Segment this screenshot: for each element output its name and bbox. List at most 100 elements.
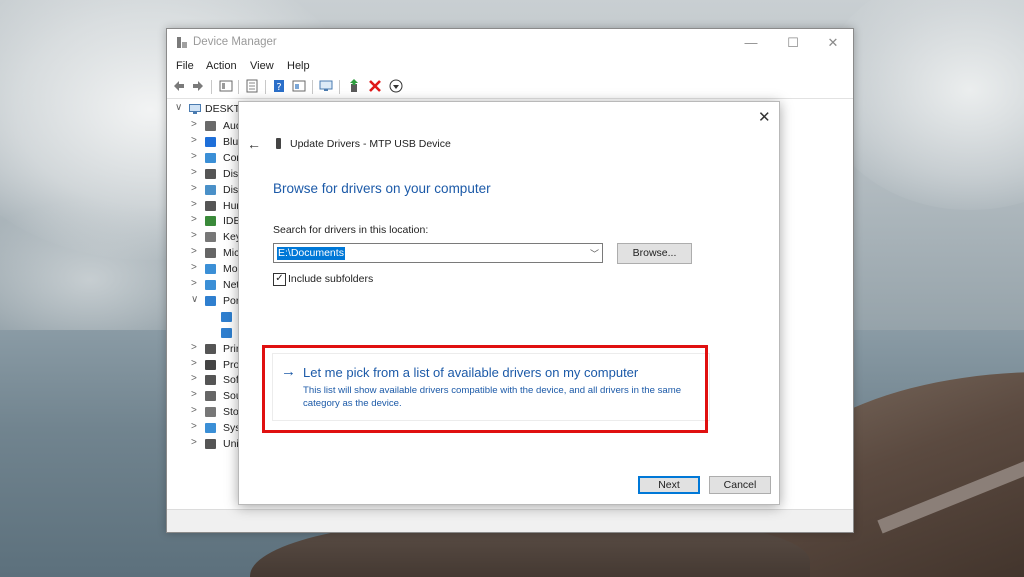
- tree-item[interactable]: ∨ Por: [167, 294, 239, 309]
- details-icon[interactable]: [292, 79, 306, 93]
- tree-item-label: Sto: [223, 406, 239, 419]
- toolbar-separator: [265, 80, 266, 94]
- menu-help[interactable]: Help: [287, 60, 310, 72]
- device-icon: [205, 407, 216, 418]
- chevron-right-icon[interactable]: >: [191, 389, 197, 400]
- chevron-right-icon[interactable]: >: [191, 262, 197, 273]
- tree-item[interactable]: [167, 326, 239, 341]
- tree-item[interactable]: > Blu: [167, 135, 239, 150]
- chevron-right-icon[interactable]: >: [191, 342, 197, 353]
- toolbar-separator: [312, 80, 313, 94]
- tree-root[interactable]: ∨ DESKTO: [167, 102, 248, 117]
- chevron-right-icon[interactable]: >: [191, 373, 197, 384]
- dialog-header: Update Drivers - MTP USB Device: [290, 138, 451, 150]
- device-icon: [205, 439, 216, 449]
- tree-item[interactable]: > Sto: [167, 405, 239, 420]
- tree-item[interactable]: > IDE: [167, 214, 241, 229]
- chevron-down-icon[interactable]: ﹀: [590, 247, 599, 260]
- tree-item-label: Prir: [223, 342, 240, 355]
- device-icon: [205, 184, 216, 195]
- update-drivers-dialog: ✕ ← Update Drivers - MTP USB Device Brow…: [238, 101, 780, 505]
- menu-action[interactable]: Action: [206, 60, 237, 72]
- chevron-right-icon[interactable]: >: [191, 199, 197, 210]
- chevron-right-icon[interactable]: >: [191, 230, 197, 241]
- cancel-button[interactable]: Cancel: [709, 476, 771, 494]
- dialog-heading: Browse for drivers on your computer: [273, 181, 491, 196]
- device-icon: [205, 391, 216, 402]
- tree-item-label: Por: [223, 294, 240, 307]
- close-icon[interactable]: ✕: [758, 108, 771, 126]
- toolbar-separator: [339, 80, 340, 94]
- chevron-right-icon[interactable]: >: [191, 278, 197, 289]
- window-title: Device Manager: [193, 36, 277, 48]
- title-bar[interactable]: Device Manager — ☐ ✕: [167, 29, 853, 57]
- tree-item-label: Mic: [223, 247, 240, 260]
- device-icon: [205, 359, 216, 370]
- tree-item[interactable]: > Hur: [167, 199, 240, 214]
- chevron-right-icon[interactable]: >: [191, 214, 197, 225]
- download-icon[interactable]: [389, 79, 403, 93]
- tree-item[interactable]: > Aud: [167, 119, 242, 134]
- device-icon: [221, 311, 232, 322]
- close-button[interactable]: ✕: [816, 33, 850, 53]
- tree-item-label: Pro: [223, 358, 240, 371]
- tree-item[interactable]: > Mo: [167, 262, 239, 277]
- search-location-input[interactable]: E:\Documents ﹀: [273, 243, 603, 263]
- tree-item-label: Uni: [223, 438, 239, 450]
- chevron-right-icon[interactable]: >: [191, 119, 197, 130]
- maximize-button[interactable]: ☐: [776, 33, 810, 53]
- tree-item[interactable]: > Disp: [167, 183, 244, 198]
- device-icon: [205, 248, 216, 259]
- device-manager-icon: [177, 37, 187, 48]
- browse-button[interactable]: Browse...: [617, 243, 692, 264]
- device-icon: [205, 343, 216, 354]
- tree-item[interactable]: > Uni: [167, 437, 239, 452]
- chevron-right-icon[interactable]: >: [191, 405, 197, 416]
- chevron-right-icon[interactable]: >: [191, 358, 197, 369]
- tree-item[interactable]: > Sys: [167, 421, 241, 436]
- chevron-right-icon[interactable]: >: [191, 437, 197, 448]
- uninstall-icon[interactable]: [368, 79, 382, 93]
- update-driver-icon[interactable]: [347, 79, 361, 93]
- back-arrow-icon[interactable]: ←: [247, 136, 261, 152]
- minimize-button[interactable]: —: [734, 33, 768, 53]
- device-icon: [205, 136, 216, 147]
- chevron-right-icon[interactable]: >: [191, 421, 197, 432]
- next-button[interactable]: Next: [638, 476, 700, 494]
- chevron-down-icon[interactable]: ∨: [191, 294, 198, 305]
- forward-arrow-icon[interactable]: [191, 79, 205, 93]
- menu-bar: File Action View Help: [167, 58, 853, 76]
- svg-text:?: ?: [276, 82, 281, 93]
- toolbar-separator: [211, 80, 212, 94]
- chevron-right-icon[interactable]: >: [191, 246, 197, 257]
- tree-item[interactable]: > Net: [167, 278, 239, 293]
- tree-item[interactable]: > Pro: [167, 358, 239, 373]
- menu-file[interactable]: File: [176, 60, 194, 72]
- tree-item[interactable]: > Prir: [167, 342, 239, 357]
- chevron-right-icon[interactable]: >: [191, 167, 197, 178]
- usb-device-icon: [276, 138, 281, 149]
- tree-item[interactable]: > Sof: [167, 373, 239, 388]
- toolbar: ?: [167, 76, 853, 99]
- tree-item[interactable]: [167, 310, 239, 325]
- include-subfolders-checkbox[interactable]: ✓: [273, 273, 286, 286]
- toolbar-separator: [238, 80, 239, 94]
- tree-item[interactable]: > Cor: [167, 151, 240, 166]
- tree-item[interactable]: > Disl: [167, 167, 241, 182]
- help-icon[interactable]: ?: [272, 79, 286, 93]
- back-arrow-icon[interactable]: [172, 79, 186, 93]
- tree-item[interactable]: > Key: [167, 230, 241, 245]
- device-icon: [205, 121, 216, 131]
- properties-icon[interactable]: [219, 79, 233, 93]
- menu-view[interactable]: View: [250, 60, 274, 72]
- chevron-right-icon[interactable]: >: [191, 135, 197, 146]
- chevron-right-icon[interactable]: >: [191, 151, 197, 162]
- tree-item[interactable]: > Sou: [167, 389, 242, 404]
- status-bar: [167, 509, 853, 532]
- tree-item[interactable]: > Mic: [167, 246, 239, 261]
- tree-item-label: Net: [223, 279, 240, 291]
- monitor-icon[interactable]: [319, 79, 333, 93]
- chevron-right-icon[interactable]: >: [191, 183, 197, 194]
- chevron-down-icon[interactable]: ∨: [175, 102, 182, 113]
- list-icon[interactable]: [245, 79, 259, 93]
